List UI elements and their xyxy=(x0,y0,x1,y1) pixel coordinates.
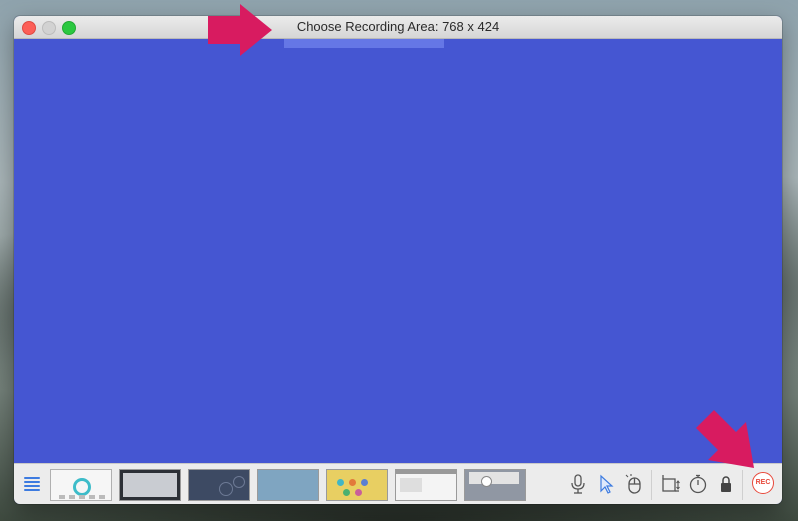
title-bar[interactable]: Choose Recording Area: 768 x 424 xyxy=(14,16,782,39)
toolbar-divider xyxy=(651,470,652,500)
record-button[interactable]: REC xyxy=(752,472,774,494)
crop-resize-icon[interactable] xyxy=(659,473,681,495)
arrow-annotation-icon xyxy=(208,4,272,56)
preset-thumbnail[interactable] xyxy=(50,469,112,501)
cursor-icon[interactable] xyxy=(595,473,617,495)
preset-thumbnail[interactable] xyxy=(395,469,457,501)
preset-thumbnail[interactable] xyxy=(326,469,388,501)
menu-icon[interactable] xyxy=(24,477,40,491)
recording-area-window: Choose Recording Area: 768 x 424 REC xyxy=(14,16,782,504)
arrow-annotation-icon xyxy=(696,410,754,468)
bottom-toolbar: REC xyxy=(14,463,782,504)
mouse-click-icon[interactable] xyxy=(623,473,645,495)
recording-area[interactable] xyxy=(14,39,782,463)
preset-thumbnail[interactable] xyxy=(257,469,319,501)
preset-thumbnail[interactable] xyxy=(188,469,250,501)
microphone-icon[interactable] xyxy=(567,473,589,495)
preset-thumbnail[interactable] xyxy=(119,469,181,501)
timer-icon[interactable] xyxy=(687,473,709,495)
lock-icon[interactable] xyxy=(715,473,737,495)
preset-thumbnail[interactable] xyxy=(464,469,526,501)
toolbar-divider xyxy=(742,470,743,500)
window-title: Choose Recording Area: 768 x 424 xyxy=(296,19,500,34)
title-highlight xyxy=(284,39,444,48)
